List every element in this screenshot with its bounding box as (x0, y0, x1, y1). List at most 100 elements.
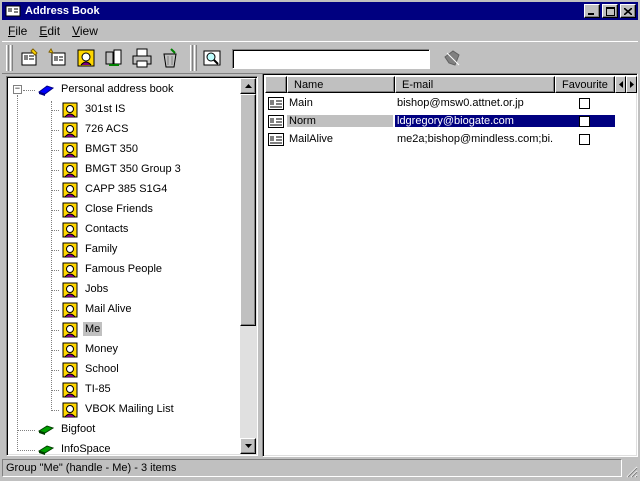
resize-grip-icon[interactable] (624, 464, 638, 478)
group-icon (61, 161, 79, 179)
close-icon (624, 7, 632, 15)
group-icon (61, 261, 79, 279)
minimize-button[interactable] (584, 4, 600, 18)
tree-connector (51, 410, 59, 411)
toolbar-grip-2 (10, 45, 13, 71)
tree-item-label: Family (85, 243, 118, 255)
maximize-button[interactable] (602, 4, 618, 18)
toolbar-grip[interactable] (6, 45, 9, 71)
tree-connector (51, 390, 59, 391)
tree-item-label: BMGT 350 (85, 143, 138, 155)
tree-item-label: 726 ACS (85, 123, 129, 135)
tree-item-label: VBOK Mailing List (85, 403, 174, 415)
group-icon (61, 301, 79, 319)
tree-connector (51, 130, 59, 131)
search-input[interactable] (232, 49, 430, 69)
group-icon (61, 181, 79, 199)
tree-connector (51, 310, 59, 311)
group-icon (61, 241, 79, 259)
tree-item-label: Famous People (85, 263, 163, 275)
properties-icon (77, 49, 95, 67)
new-group-icon (48, 48, 66, 66)
contact-card-icon (268, 97, 284, 110)
column-header-name[interactable]: Name (287, 76, 395, 93)
menu-file-label: ile (15, 23, 28, 38)
header-scroll-left[interactable] (615, 76, 626, 93)
arrow-up-icon (244, 84, 252, 88)
address-book-folder-icon (37, 82, 55, 101)
tree-connector (51, 250, 59, 251)
contact-row[interactable]: Main bishop@msw0.attnet.or.jp (265, 95, 615, 113)
contact-list-panel[interactable]: Name E-mail Favourite Main bishop@msw0.at… (262, 73, 638, 457)
window-title: Address Book (25, 5, 100, 17)
menu-file[interactable]: File (2, 24, 33, 38)
group-icon (61, 361, 79, 379)
column-header-favourite[interactable]: Favourite (555, 76, 615, 93)
tree-connector (51, 210, 59, 211)
group-icon (61, 341, 79, 359)
print-button[interactable] (130, 46, 154, 70)
tree-item-label: Money (85, 343, 119, 355)
disabled-action-button[interactable] (440, 46, 464, 70)
contact-row[interactable]: Norm ldgregory@biogate.com (265, 113, 615, 131)
arrow-down-icon (244, 444, 252, 448)
new-group-button[interactable] (46, 46, 70, 70)
tree-connector (51, 190, 59, 191)
toolbar (2, 41, 638, 74)
tree-item-label: BMGT 350 Group 3 (85, 163, 181, 175)
group-icon (61, 381, 79, 399)
column-header-email[interactable]: E-mail (395, 76, 555, 93)
delete-button[interactable] (158, 46, 182, 70)
group-icon (61, 141, 79, 159)
tree-connector (51, 330, 59, 331)
contact-card-icon (268, 115, 284, 128)
delete-icon (163, 48, 177, 68)
tree-connector (17, 430, 35, 431)
tree-connector (51, 170, 59, 171)
favourite-checkbox[interactable] (579, 134, 590, 145)
column-email-label: E-mail (402, 78, 434, 91)
address-book-window: Address Book File Edit View − Personal a… (0, 0, 640, 480)
column-header-icon[interactable] (265, 76, 287, 93)
tree-connector (51, 270, 59, 271)
folder-tree-panel[interactable]: − Personal address book 301st IS 726 ACS B… (6, 76, 258, 456)
title-bar[interactable]: Address Book (2, 2, 638, 20)
contact-name: Main (289, 97, 313, 109)
header-scroll-right[interactable] (626, 76, 637, 93)
search-button[interactable] (200, 46, 224, 70)
collapse-icon[interactable]: − (13, 85, 22, 94)
scroll-up-button[interactable] (240, 78, 256, 94)
close-button[interactable] (620, 4, 636, 18)
tree-item-label: 301st IS (85, 103, 126, 115)
print-icon (132, 48, 152, 68)
properties-button[interactable] (74, 46, 98, 70)
menu-view-label: iew (79, 23, 98, 38)
new-contact-icon (21, 48, 38, 66)
group-icon (61, 321, 79, 339)
contact-card-icon (268, 133, 284, 146)
find-people-button[interactable] (102, 46, 126, 70)
tree-scrollbar[interactable] (240, 78, 256, 454)
menu-view-key: V (72, 23, 80, 38)
group-icon (61, 121, 79, 139)
menu-view[interactable]: View (66, 24, 104, 38)
new-contact-button[interactable] (18, 46, 42, 70)
tree-connector (51, 150, 59, 151)
tree-connector (51, 230, 59, 231)
menu-edit-label: dit (47, 23, 61, 38)
contact-name: Norm (287, 115, 393, 127)
group-icon (61, 281, 79, 299)
tree-root-label: Personal address book (61, 83, 174, 95)
contact-email: me2a;bishop@mindless.com;bi... (397, 133, 553, 145)
toolbar-grip-3 (190, 45, 193, 71)
minimize-icon (588, 12, 594, 15)
scroll-thumb[interactable] (240, 94, 256, 326)
favourite-checkbox[interactable] (579, 116, 590, 127)
contact-row[interactable]: MailAlive me2a;bishop@mindless.com;bi... (265, 131, 615, 149)
scroll-down-button[interactable] (240, 438, 256, 454)
arrow-right-icon (629, 81, 634, 88)
menu-edit[interactable]: Edit (33, 24, 66, 38)
arrow-left-icon (618, 81, 623, 88)
favourite-checkbox[interactable] (579, 98, 590, 109)
maximize-icon (605, 6, 615, 16)
